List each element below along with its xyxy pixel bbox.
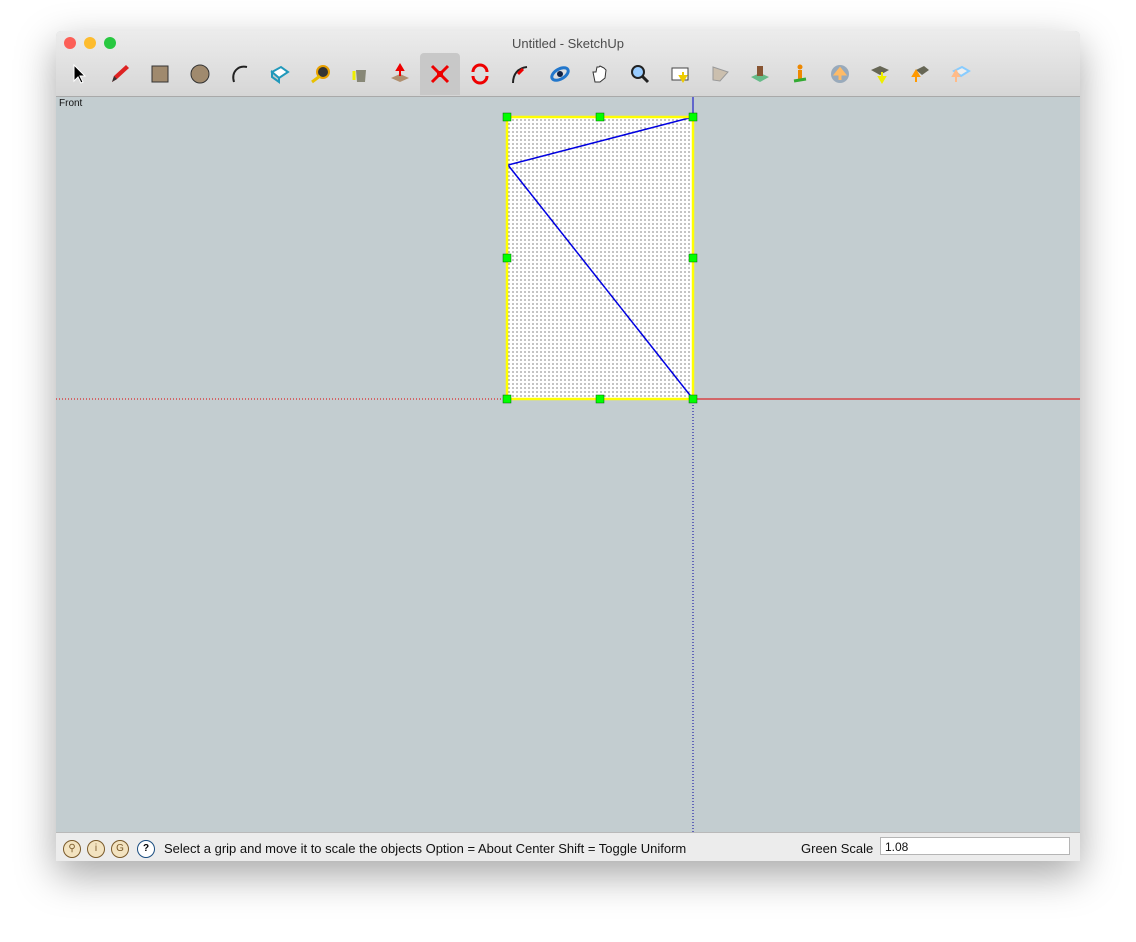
help-icon[interactable]: ? [137, 840, 155, 858]
sketchup-window: Untitled - SketchUp Front ⚲ i G ? Select… [56, 31, 1080, 861]
scale-grip[interactable] [688, 253, 698, 263]
scale-grip[interactable] [502, 394, 512, 404]
measurements-input[interactable]: 1.08 [880, 837, 1070, 855]
credits-icon[interactable]: i [87, 840, 105, 858]
vcb-label: Green Scale [801, 841, 874, 856]
selected-face[interactable] [507, 117, 693, 399]
scale-grip[interactable] [502, 253, 512, 263]
drawing-viewport[interactable] [56, 31, 1080, 832]
scale-grip[interactable] [595, 112, 605, 122]
scale-grip[interactable] [595, 394, 605, 404]
scale-grip[interactable] [688, 112, 698, 122]
sign-in-icon[interactable]: G [111, 840, 129, 858]
scale-grip[interactable] [688, 394, 698, 404]
status-bar: ⚲ i G ? Select a grip and move it to sca… [56, 832, 1080, 861]
status-message: Select a grip and move it to scale the o… [164, 841, 687, 856]
geo-location-icon[interactable]: ⚲ [63, 840, 81, 858]
scale-grip[interactable] [502, 112, 512, 122]
